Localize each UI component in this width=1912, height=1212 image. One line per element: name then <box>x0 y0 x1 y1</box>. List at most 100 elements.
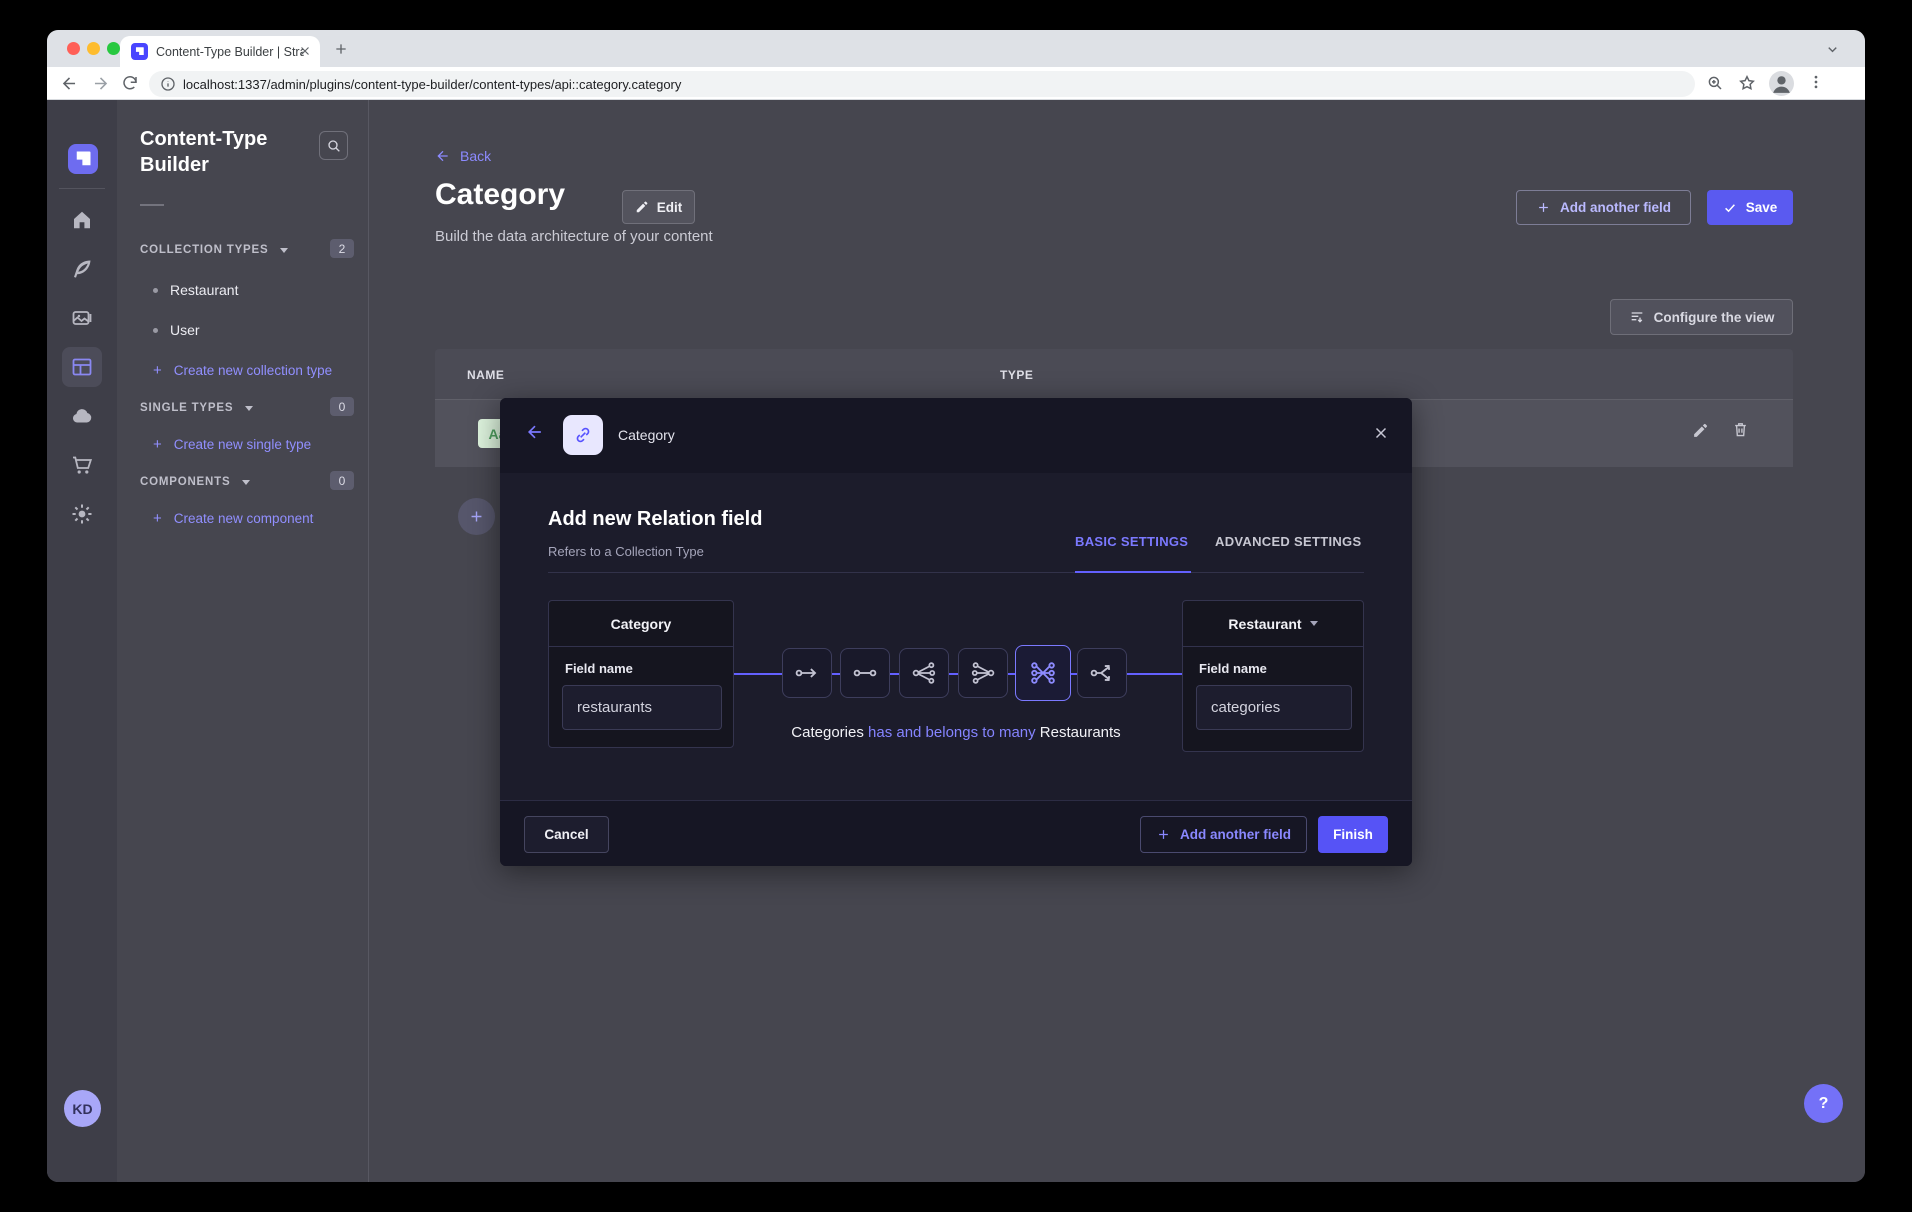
relation-many-to-one-button[interactable] <box>958 648 1008 698</box>
relation-sentence-highlight: has and belongs to many <box>868 724 1036 741</box>
configure-view-button[interactable]: Configure the view <box>1610 299 1793 335</box>
collection-types-count-badge: 2 <box>330 239 354 258</box>
cancel-button[interactable]: Cancel <box>524 816 609 853</box>
create-collection-type-link[interactable]: + Create new collection type <box>153 362 332 379</box>
chevron-down-icon <box>242 480 250 485</box>
forward-nav-icon[interactable] <box>91 74 110 93</box>
sidebar-section-collection-types[interactable]: COLLECTION TYPES <box>140 240 288 258</box>
chevron-down-icon <box>1310 621 1318 626</box>
relation-sentence: Categories has and belongs to many Resta… <box>500 724 1412 741</box>
delete-field-trash-icon[interactable] <box>1732 421 1749 438</box>
modal-footer: Cancel Add another field Finish <box>500 800 1412 866</box>
components-count-badge: 0 <box>330 471 354 490</box>
tab-search-chevron-icon[interactable] <box>1825 42 1840 57</box>
strapi-favicon <box>131 43 148 60</box>
plus-icon: + <box>153 436 162 453</box>
chevron-down-icon <box>280 248 288 253</box>
single-types-count-badge: 0 <box>330 397 354 416</box>
tabs-divider <box>548 572 1364 573</box>
tab-strip: Content-Type Builder | Strapi <box>47 30 1865 67</box>
finish-button[interactable]: Finish <box>1318 816 1388 853</box>
plus-icon: + <box>153 510 162 527</box>
cloud-icon[interactable] <box>70 404 94 428</box>
page-subtitle: Build the data architecture of your cont… <box>435 228 713 245</box>
home-icon[interactable] <box>70 208 94 232</box>
plus-icon <box>1156 827 1171 842</box>
modal-subtitle: Refers to a Collection Type <box>548 544 704 559</box>
active-tab-underline <box>1075 571 1191 573</box>
relation-one-way-button[interactable] <box>782 648 832 698</box>
back-nav-icon[interactable] <box>60 74 79 93</box>
url-bar[interactable]: localhost:1337/admin/plugins/content-typ… <box>149 71 1695 97</box>
sidebar-item-user[interactable]: User <box>153 322 200 338</box>
strapi-logo[interactable] <box>68 144 98 174</box>
modal-close-icon[interactable] <box>1372 424 1390 442</box>
tab-title: Content-Type Builder | Strapi <box>156 45 304 59</box>
tab-advanced-settings[interactable]: ADVANCED SETTINGS <box>1215 534 1361 549</box>
add-field-circle-button[interactable] <box>458 498 495 535</box>
site-info-icon[interactable] <box>160 76 176 92</box>
many-to-many-icon <box>1029 659 1057 687</box>
zoom-window-button[interactable] <box>107 42 120 55</box>
minimize-window-button[interactable] <box>87 42 100 55</box>
edit-field-pencil-icon[interactable] <box>1692 422 1709 439</box>
browser-menu-icon[interactable] <box>1807 73 1825 91</box>
user-avatar[interactable]: KD <box>64 1090 101 1127</box>
target-collection-dropdown[interactable]: Restaurant <box>1183 601 1363 647</box>
create-single-type-link[interactable]: + Create new single type <box>153 436 311 453</box>
source-card-title: Category <box>549 601 733 647</box>
modal-back-arrow-icon[interactable] <box>525 422 545 442</box>
back-link[interactable]: Back <box>435 148 491 164</box>
plus-icon: + <box>153 362 162 379</box>
url-text[interactable]: localhost:1337/admin/plugins/content-typ… <box>183 77 681 92</box>
relation-many-to-many-button[interactable] <box>1015 645 1071 701</box>
one-to-many-icon <box>911 660 937 686</box>
edit-button[interactable]: Edit <box>622 190 695 224</box>
tab-basic-settings[interactable]: BASIC SETTINGS <box>1075 534 1188 549</box>
zoom-page-icon[interactable] <box>1706 74 1724 92</box>
create-component-link[interactable]: + Create new component <box>153 510 313 527</box>
title-divider <box>140 204 164 206</box>
browser-toolbar: localhost:1337/admin/plugins/content-typ… <box>47 67 1865 100</box>
reload-icon[interactable] <box>121 74 139 92</box>
new-tab-button[interactable] <box>333 41 349 57</box>
relation-many-way-button[interactable] <box>1077 648 1127 698</box>
one-way-icon <box>794 660 820 686</box>
browser-profile-avatar[interactable] <box>1769 71 1794 96</box>
tab-close-icon[interactable] <box>298 44 312 58</box>
marketplace-cart-icon[interactable] <box>70 453 94 477</box>
configure-lines-icon <box>1629 309 1645 325</box>
modal-breadcrumb: Category <box>618 427 675 443</box>
media-library-icon[interactable] <box>70 306 94 330</box>
browser-tab[interactable]: Content-Type Builder | Strapi <box>120 36 320 67</box>
bullet-icon <box>153 288 158 293</box>
sidebar-title: Content-Type Builder <box>140 126 310 178</box>
relation-modal: Category Add new Relation field Refers t… <box>500 398 1412 866</box>
modal-add-another-field-button[interactable]: Add another field <box>1140 816 1307 853</box>
column-name: NAME <box>467 368 504 382</box>
check-icon <box>1723 201 1737 215</box>
sidebar-section-components[interactable]: COMPONENTS <box>140 472 250 490</box>
relation-one-to-many-button[interactable] <box>899 648 949 698</box>
content-type-builder-active-tile[interactable] <box>62 347 102 387</box>
sidebar-item-restaurant[interactable]: Restaurant <box>153 282 238 298</box>
settings-gear-icon[interactable] <box>70 502 94 526</box>
source-field-label: Field name <box>565 661 633 676</box>
modal-header: Category <box>500 398 1412 473</box>
save-button[interactable]: Save <box>1707 190 1793 225</box>
plus-icon <box>1536 200 1551 215</box>
strapi-app: KD Content-Type Builder COLLECTION TYPES… <box>47 100 1865 1182</box>
close-window-button[interactable] <box>67 42 80 55</box>
one-to-one-icon <box>852 660 878 686</box>
relation-one-to-one-button[interactable] <box>840 648 890 698</box>
column-type: TYPE <box>1000 368 1033 382</box>
relation-link-icon <box>563 415 603 455</box>
content-manager-feather-icon[interactable] <box>70 257 94 281</box>
sidebar-section-single-types[interactable]: SINGLE TYPES <box>140 398 253 416</box>
bookmark-star-icon[interactable] <box>1738 74 1756 92</box>
search-button[interactable] <box>319 131 348 160</box>
arrow-left-icon <box>435 148 451 164</box>
add-another-field-button[interactable]: Add another field <box>1516 190 1691 225</box>
page-title: Category <box>435 178 565 212</box>
help-button[interactable]: ? <box>1804 1084 1843 1123</box>
